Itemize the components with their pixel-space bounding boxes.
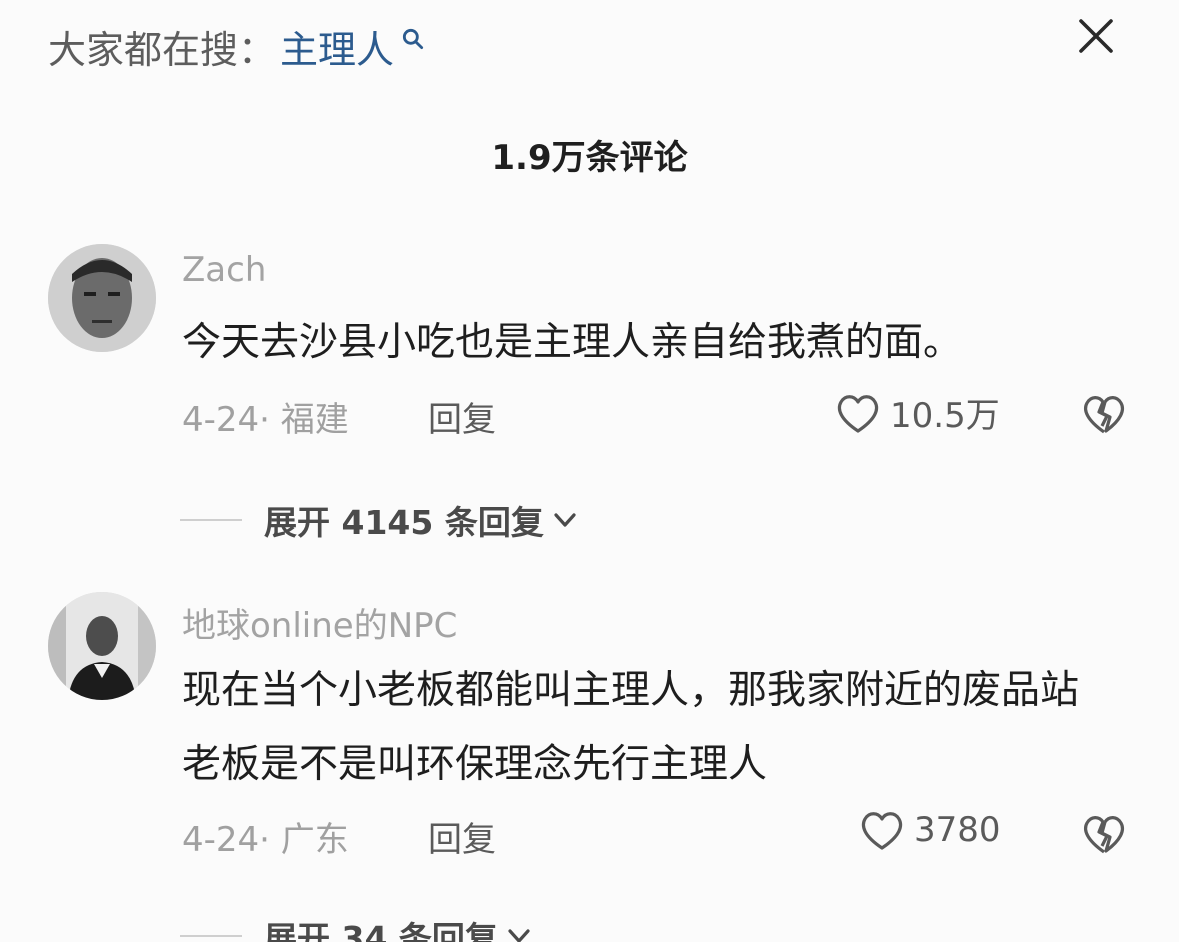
heart-icon: [837, 394, 879, 433]
divider-line: [180, 935, 242, 937]
divider-line: [180, 519, 242, 521]
reply-button[interactable]: 回复: [428, 812, 496, 861]
expand-replies-button[interactable]: 展开 34 条回复: [180, 912, 534, 942]
comment-text: 今天去沙县小吃也是主理人亲自给我煮的面。: [182, 320, 963, 365]
like-count: 10.5万: [890, 396, 1000, 436]
expand-replies-label: 展开 34 条回复: [264, 919, 498, 942]
comment-text: 现在当个小老板都能叫主理人，那我家附近的废品站老板是不是叫环保理念先行主理人: [182, 668, 1080, 787]
heart-icon: [861, 812, 903, 850]
chevron-down-icon: [554, 513, 576, 527]
like-count: 3780: [914, 810, 1001, 850]
comment-count-title: 1.9万条评论: [491, 138, 688, 178]
expand-replies-label: 展开 4145 条回复: [264, 503, 544, 542]
comment-username[interactable]: Zach: [182, 250, 266, 290]
expand-replies-button[interactable]: 展开 4145 条回复: [180, 496, 580, 544]
comment-date-location: 4-24· 广东: [182, 820, 349, 860]
search-suggestion-prefix: 大家都在搜：: [48, 27, 277, 72]
search-suggestion[interactable]: 大家都在搜： 主理人: [48, 18, 426, 74]
broken-heart-icon[interactable]: [1080, 810, 1128, 858]
close-button[interactable]: [1070, 10, 1122, 62]
like-button[interactable]: 3780: [858, 808, 1001, 852]
chevron-down-icon: [508, 929, 530, 942]
comment-username[interactable]: 地球online的NPC: [182, 598, 457, 647]
avatar-image: [48, 244, 156, 352]
avatar[interactable]: [48, 244, 156, 352]
like-button[interactable]: 10.5万: [834, 388, 1000, 437]
search-suggestion-keyword[interactable]: 主理人: [280, 19, 394, 74]
search-icon: [402, 28, 424, 50]
avatar-image: [48, 592, 156, 700]
comment-date-location: 4-24· 福建: [182, 400, 349, 440]
close-icon: [1079, 19, 1113, 53]
reply-button[interactable]: 回复: [428, 392, 496, 441]
broken-heart-icon[interactable]: [1080, 390, 1128, 438]
avatar[interactable]: [48, 592, 156, 700]
